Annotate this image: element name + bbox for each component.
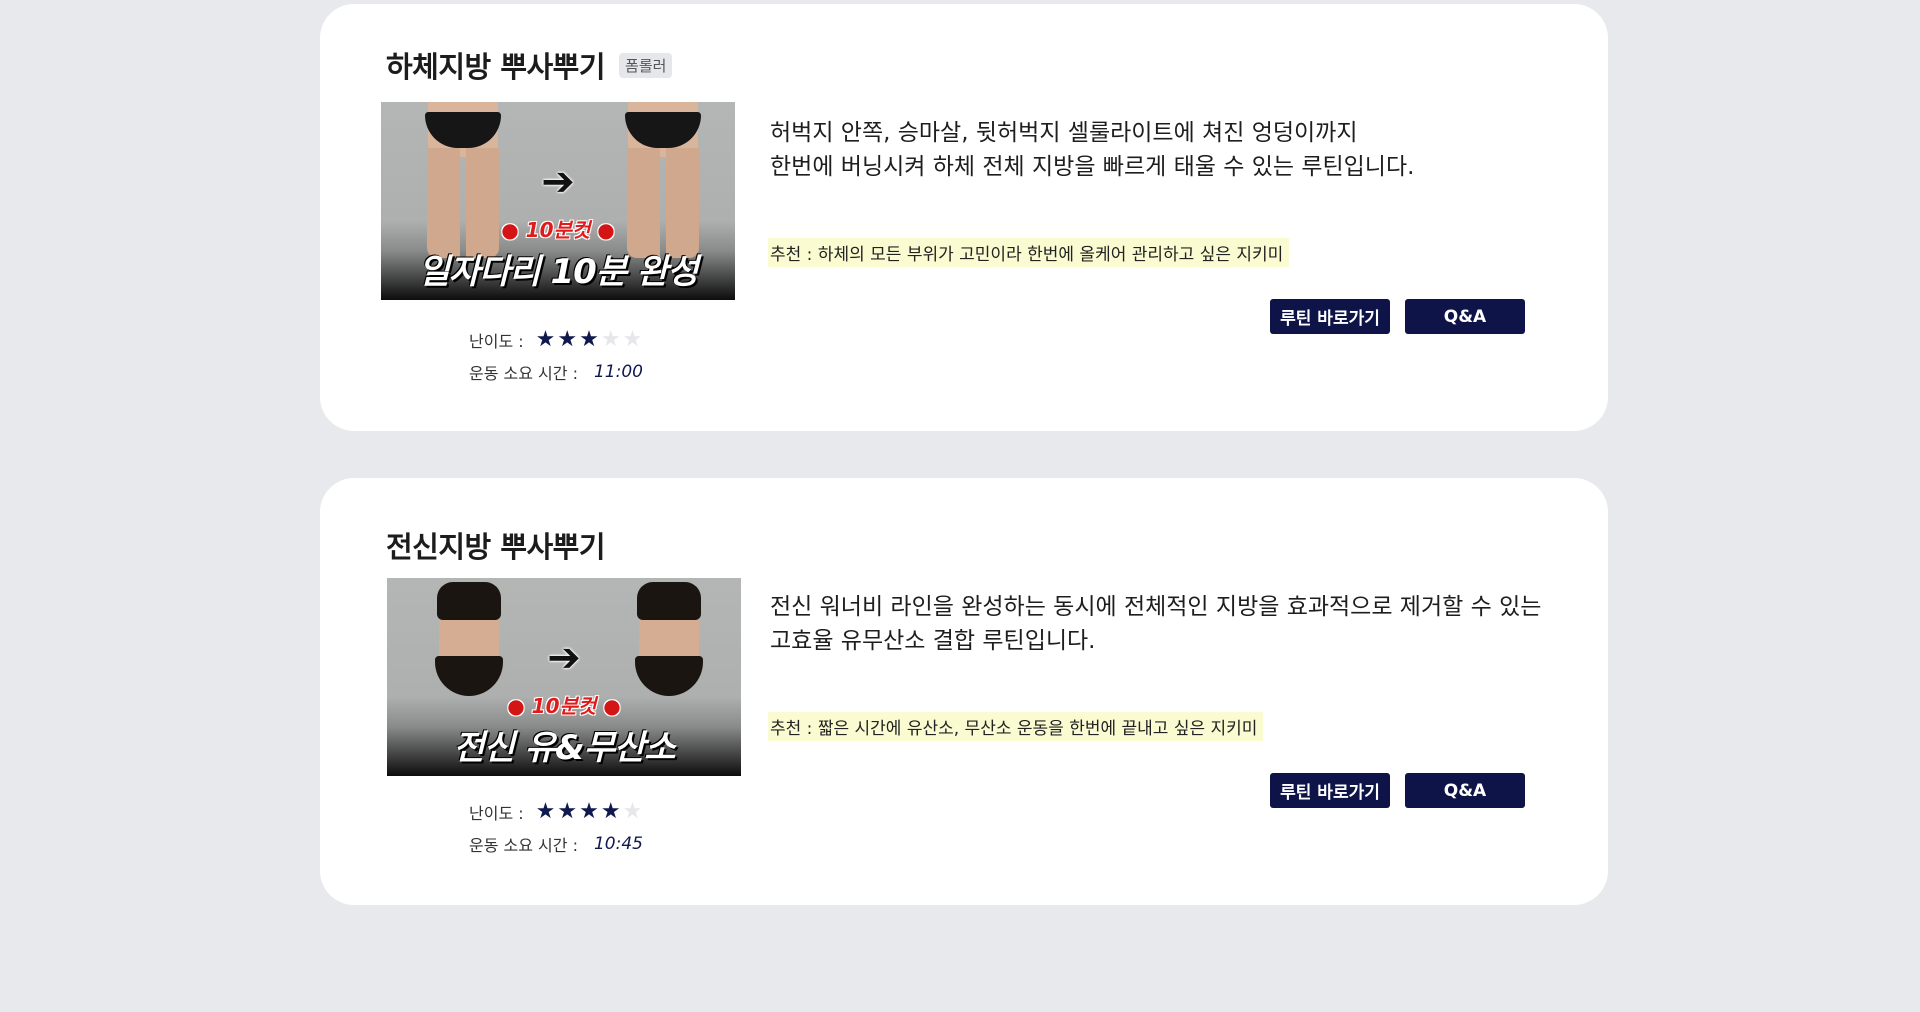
routine-link-button[interactable]: 루틴 바로가기 <box>1270 299 1390 334</box>
routine-description: 허벅지 안쪽, 승마살, 뒷허벅지 셀룰라이트에 쳐진 엉덩이까지 한번에 버닝… <box>770 116 1414 184</box>
card-title: 하체지방 뿌사뿌기 <box>386 50 606 84</box>
equipment-tag: 폼롤러 <box>619 52 673 78</box>
video-thumbnail[interactable]: ➔ ● 10분컷 ● 전신 유&무산소 <box>387 578 741 776</box>
star-filled-icon: ★ <box>535 327 556 352</box>
routine-card-lower-body: 하체지방 뿌사뿌기 폼롤러 ➔ ● 10분컷 ● 일자다리 10분 완성 난이도… <box>320 4 1608 431</box>
difficulty-row: 난이도 : ★ ★ ★ ★ ★ <box>469 324 643 356</box>
duration-row: 운동 소요 시간 : 11:00 <box>469 356 643 388</box>
star-filled-icon: ★ <box>557 799 578 824</box>
star-filled-icon: ★ <box>579 327 599 352</box>
description-line: 한번에 버닝시켜 하체 전체 지방을 빠르게 태울 수 있는 루틴입니다. <box>770 154 1415 180</box>
boxing-glove-icon: ● <box>501 218 519 242</box>
thumbnail-caption: 일자다리 10분 완성 <box>418 252 699 292</box>
thumbnail-caption: 전신 유&무산소 <box>453 728 675 768</box>
star-filled-icon: ★ <box>579 799 599 824</box>
difficulty-stars: ★ ★ ★ ★ ★ <box>536 329 643 351</box>
thumbnail-badge: ● 10분컷 ● <box>381 214 735 243</box>
card-header: 하체지방 뿌사뿌기 폼롤러 <box>386 44 673 86</box>
boxing-glove-icon: ● <box>597 218 615 242</box>
difficulty-row: 난이도 : ★ ★ ★ ★ ★ <box>469 796 643 828</box>
recommend-text: 추천 : 짧은 시간에 유산소, 무산소 운동을 한번에 끝내고 싶은 지키미 <box>768 712 1264 741</box>
routine-description: 전신 워너비 라인을 완성하는 동시에 전체적인 지방을 효과적으로 제거할 수… <box>770 590 1541 658</box>
thumbnail-badge: ● 10분컷 ● <box>387 690 741 719</box>
boxing-glove-icon: ● <box>507 694 525 718</box>
description-line: 고효율 유무산소 결합 루틴입니다. <box>770 628 1096 654</box>
star-empty-icon: ★ <box>622 799 643 824</box>
qa-button[interactable]: Q&A <box>1405 773 1525 808</box>
duration-value: 10:45 <box>593 834 643 854</box>
thumbnail-badge-text: 10분컷 <box>525 218 591 242</box>
description-line: 허벅지 안쪽, 승마살, 뒷허벅지 셀룰라이트에 쳐진 엉덩이까지 <box>770 120 1358 146</box>
duration-label: 운동 소요 시간 : <box>469 836 578 855</box>
arrow-right-icon: ➔ <box>547 635 581 681</box>
thumbnail-badge-text: 10분컷 <box>531 694 597 718</box>
routine-link-button[interactable]: 루틴 바로가기 <box>1270 773 1390 808</box>
card-title: 전신지방 뿌사뿌기 <box>386 530 606 564</box>
boxing-glove-icon: ● <box>603 694 621 718</box>
description-line: 전신 워너비 라인을 완성하는 동시에 전체적인 지방을 효과적으로 제거할 수… <box>770 594 1542 620</box>
routine-meta: 난이도 : ★ ★ ★ ★ ★ 운동 소요 시간 : 10:45 <box>469 796 643 860</box>
difficulty-label: 난이도 : <box>469 332 524 351</box>
duration-value: 11:00 <box>593 362 643 382</box>
difficulty-label: 난이도 : <box>469 804 524 823</box>
video-thumbnail[interactable]: ➔ ● 10분컷 ● 일자다리 10분 완성 <box>381 102 735 300</box>
page: 하체지방 뿌사뿌기 폼롤러 ➔ ● 10분컷 ● 일자다리 10분 완성 난이도… <box>0 0 1920 1012</box>
duration-label: 운동 소요 시간 : <box>469 364 578 383</box>
routine-meta: 난이도 : ★ ★ ★ ★ ★ 운동 소요 시간 : 11:00 <box>469 324 643 388</box>
recommend-text: 추천 : 하체의 모든 부위가 고민이라 한번에 올케어 관리하고 싶은 지키미 <box>768 238 1290 267</box>
arrow-right-icon: ➔ <box>541 159 575 205</box>
star-filled-icon: ★ <box>535 799 556 824</box>
star-empty-icon: ★ <box>600 327 621 352</box>
star-filled-icon: ★ <box>557 327 578 352</box>
qa-button[interactable]: Q&A <box>1405 299 1525 334</box>
duration-row: 운동 소요 시간 : 10:45 <box>469 828 643 860</box>
difficulty-stars: ★ ★ ★ ★ ★ <box>536 801 643 823</box>
routine-card-full-body: 전신지방 뿌사뿌기 ➔ ● 10분컷 ● 전신 유&무산소 난이도 : ★ ★ ★ ★… <box>320 478 1608 905</box>
star-filled-icon: ★ <box>600 799 621 824</box>
star-empty-icon: ★ <box>622 327 643 352</box>
card-header: 전신지방 뿌사뿌기 <box>386 524 606 566</box>
